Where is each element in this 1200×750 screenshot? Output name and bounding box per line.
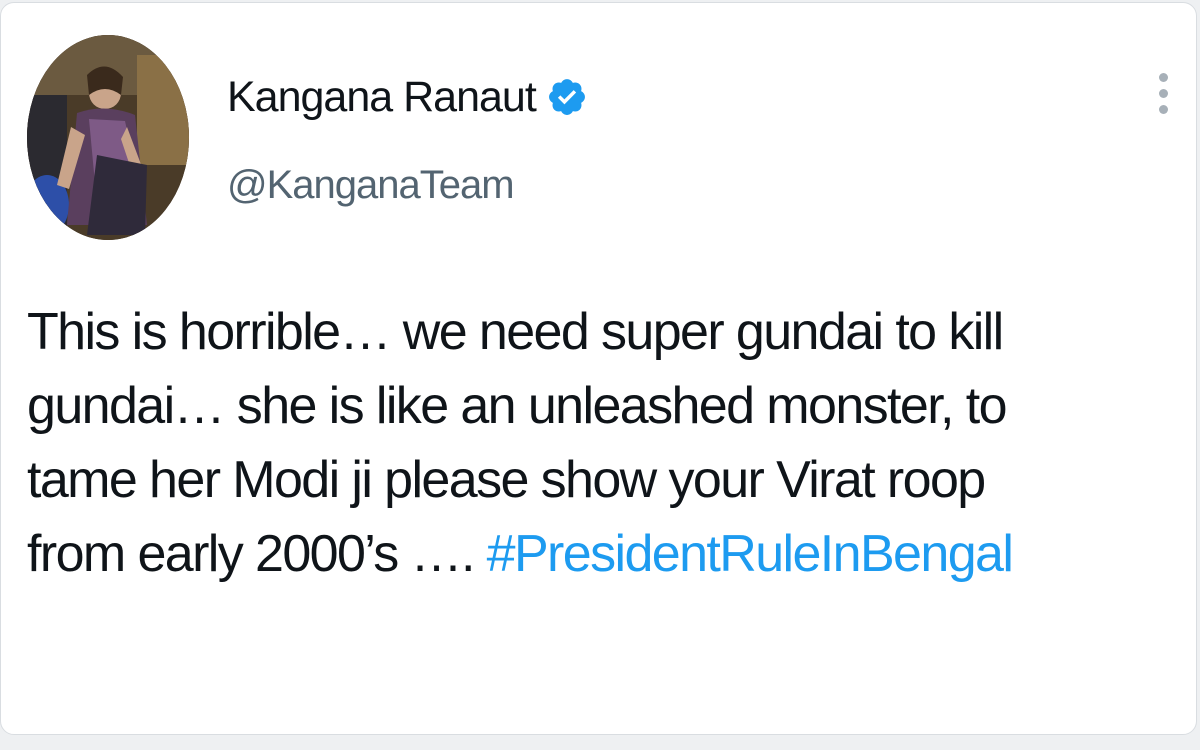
tweet-text-line: tame her Modi ji please show your Virat … bbox=[27, 451, 986, 509]
tweet-text: This is horrible… we need super gundai t… bbox=[27, 295, 1177, 591]
author-name-row[interactable]: Kangana Ranaut bbox=[227, 69, 588, 125]
author-display-name[interactable]: Kangana Ranaut bbox=[227, 73, 537, 122]
more-vertical-icon[interactable] bbox=[1151, 73, 1175, 125]
author-handle[interactable]: @KanganaTeam bbox=[227, 163, 515, 208]
tweet-text-line: This is horrible… we need super gundai t… bbox=[27, 303, 1004, 361]
avatar[interactable] bbox=[27, 35, 189, 240]
tweet-text-line: gundai… she is like an unleashed monster… bbox=[27, 377, 1008, 435]
tweet-text-line: from early 2000’s …. bbox=[27, 525, 475, 583]
verified-badge-icon bbox=[546, 76, 588, 118]
tweet-card[interactable]: Kangana Ranaut @KanganaTeam This is horr… bbox=[0, 2, 1197, 735]
profile-photo-icon bbox=[27, 35, 189, 240]
hashtag-link[interactable]: #PresidentRuleInBengal bbox=[487, 525, 1014, 583]
tweet-text-last-line: from early 2000’s …. #PresidentRuleInBen… bbox=[27, 517, 1177, 591]
